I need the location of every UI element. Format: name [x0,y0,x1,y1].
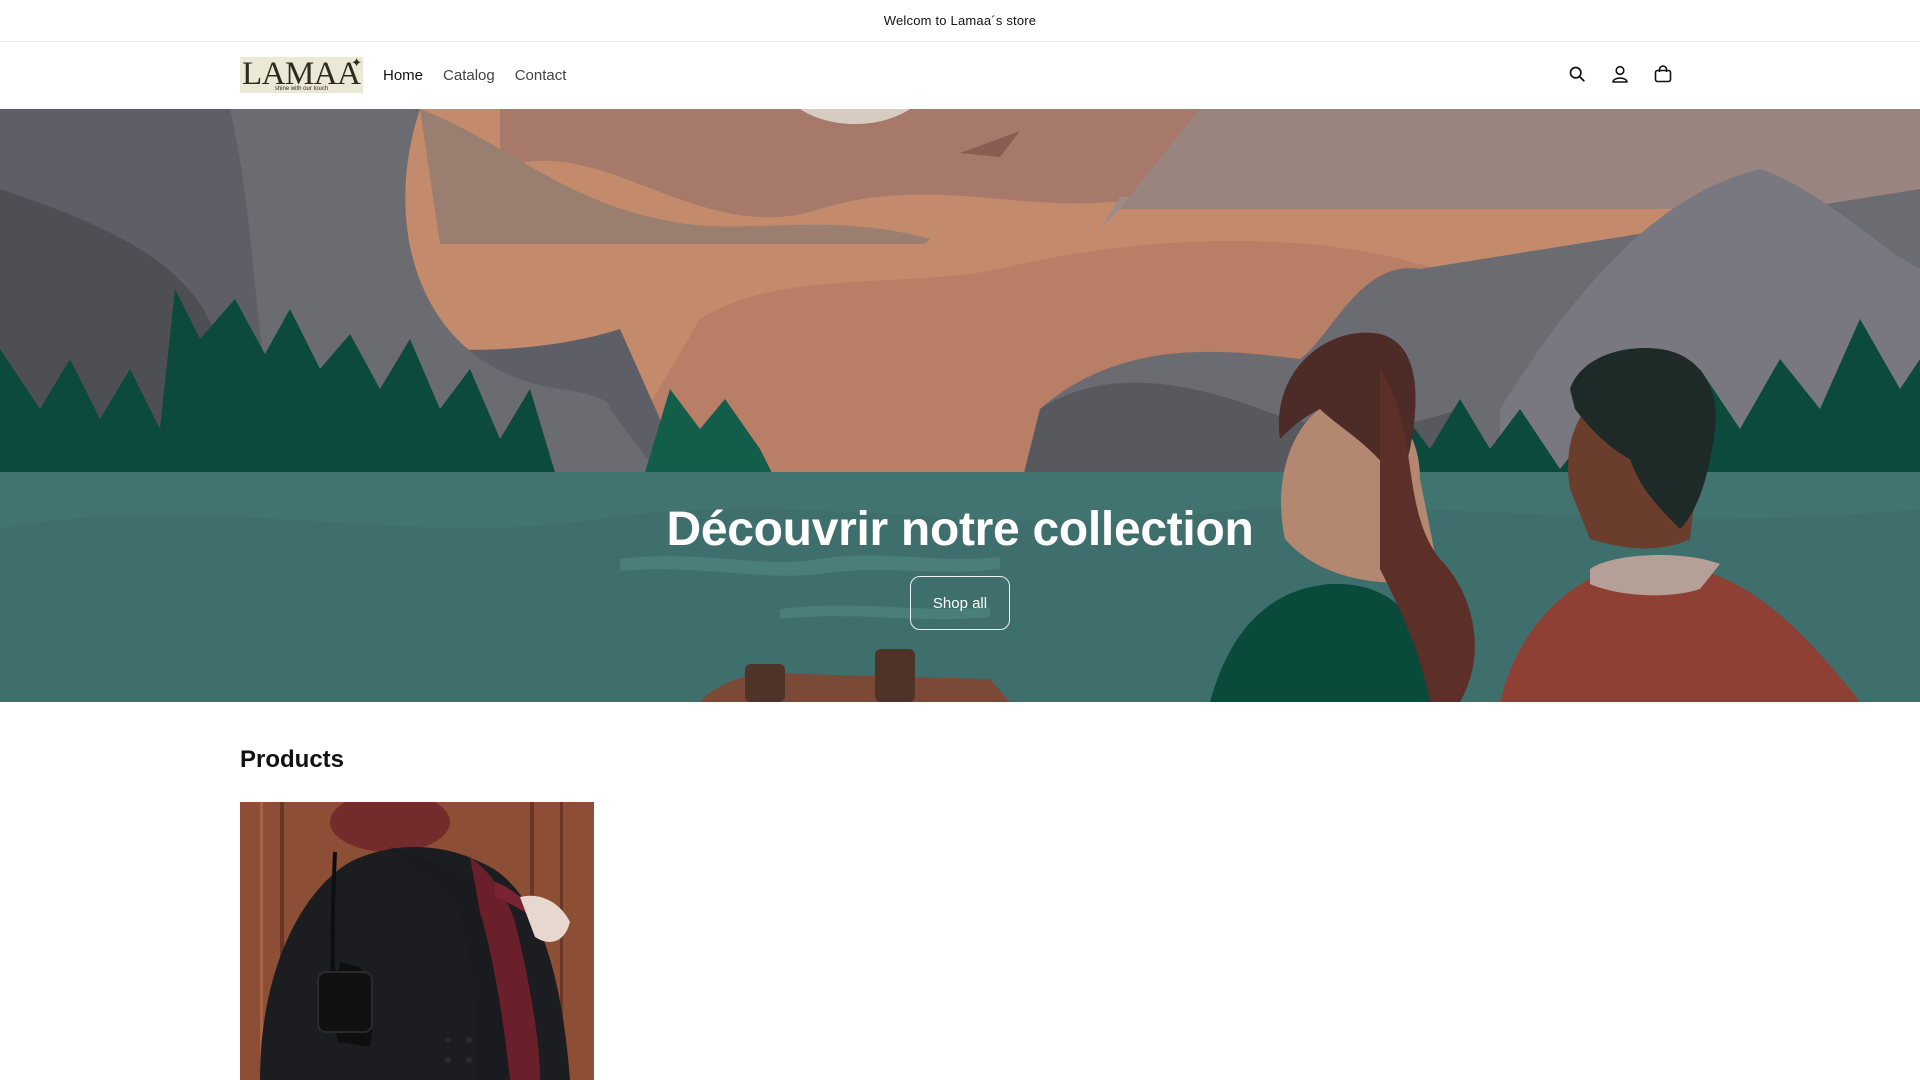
nav-contact[interactable]: Contact [515,66,567,86]
account-icon[interactable] [1609,63,1631,85]
nav-catalog[interactable]: Catalog [443,66,495,86]
products-heading: Products [240,746,345,773]
logo-star-icon: ✦ [351,57,362,71]
shop-all-button[interactable]: Shop all [910,576,1010,630]
header-icons [1566,63,1674,85]
store-logo[interactable]: LAMAA ✦ shine with our touch [240,57,363,93]
product-image[interactable] [240,802,594,1080]
announcement-bar: Welcom to Lamaa´s store [0,0,1920,42]
logo-tagline: shine with our touch [274,86,329,92]
search-icon[interactable] [1566,63,1588,85]
product-card[interactable] [240,802,594,1080]
cart-icon[interactable] [1652,63,1674,85]
main-nav: Home Catalog Contact [383,66,566,86]
announcement-text: Welcom to Lamaa´s store [883,13,1037,28]
hero-content: Découvrir notre collection Shop all [0,109,1920,702]
hero-title: Découvrir notre collection [666,503,1254,556]
site-header: LAMAA ✦ shine with our touch Home Catalo… [0,42,1920,109]
nav-home[interactable]: Home [383,66,423,86]
hero-banner: Découvrir notre collection Shop all [0,109,1920,702]
